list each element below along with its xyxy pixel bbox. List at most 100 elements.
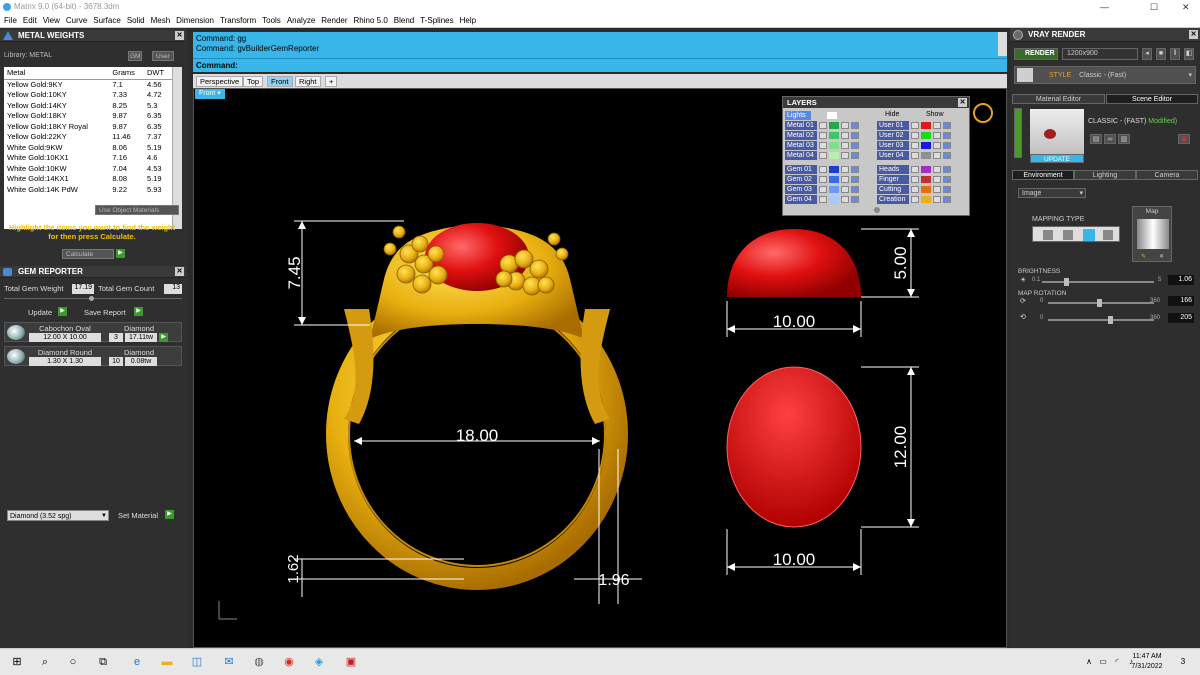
preset-thumbnail[interactable]: [1030, 109, 1084, 159]
layer-color-swatch[interactable]: [829, 176, 839, 183]
brightness-slider-knob[interactable]: [1064, 278, 1070, 286]
layer-lock-icon[interactable]: [841, 166, 849, 173]
tab-material-editor[interactable]: Material Editor: [1012, 94, 1105, 104]
layer-visibility-icon[interactable]: [943, 132, 951, 139]
layer-row[interactable]: Finger: [877, 175, 909, 184]
layer-select-icon[interactable]: [911, 186, 919, 193]
task-view-icon[interactable]: ⧉: [96, 655, 110, 669]
layer-color-swatch[interactable]: [829, 166, 839, 173]
col-grams[interactable]: Grams: [109, 67, 144, 80]
layer-lock-icon[interactable]: [933, 122, 941, 129]
menu-transform[interactable]: Transform: [220, 16, 256, 25]
windows-start-icon[interactable]: ⊞: [10, 655, 24, 669]
layer-color-swatch[interactable]: [829, 186, 839, 193]
environment-type-select[interactable]: Image ▾: [1018, 188, 1086, 198]
set-material-go-icon[interactable]: ▶: [165, 510, 174, 519]
style-select[interactable]: STYLE Classic - (Fast) ▾: [1014, 66, 1196, 84]
table-row[interactable]: Yellow Gold:10KY 7.33 4.72: [4, 90, 172, 101]
layer-lock-icon[interactable]: [841, 196, 849, 203]
layers-close-icon[interactable]: ✕: [958, 98, 967, 107]
preset-link-icon[interactable]: ∞: [1104, 134, 1116, 144]
layer-visibility-icon[interactable]: [943, 186, 951, 193]
layer-row[interactable]: Gem 03: [785, 185, 817, 194]
layer-lock-icon[interactable]: [841, 122, 849, 129]
layer-lock-icon[interactable]: [841, 186, 849, 193]
layer-visibility-icon[interactable]: [943, 152, 951, 159]
layer-visibility-icon[interactable]: [943, 176, 951, 183]
col-dwt[interactable]: DWT: [143, 67, 172, 80]
layer-color-swatch[interactable]: [921, 122, 931, 129]
rotation-1-value[interactable]: 166: [1168, 296, 1194, 306]
material-select[interactable]: Diamond (3.52 spg) ▼: [7, 510, 109, 521]
layer-visibility-icon[interactable]: [851, 122, 859, 129]
viewport-label[interactable]: Front ▾: [195, 89, 225, 99]
command-input[interactable]: Command:: [193, 58, 1007, 71]
layer-color-swatch[interactable]: [921, 166, 931, 173]
layer-row[interactable]: Cutting: [877, 185, 909, 194]
layer-row[interactable]: User 04: [877, 151, 909, 160]
preset-expand-handle[interactable]: [1014, 108, 1022, 158]
gem-row[interactable]: Cabochon Oval 12.00 X 10.00 Diamond 3 17…: [4, 322, 182, 342]
layer-row[interactable]: User 01: [877, 121, 909, 130]
layer-lock-icon[interactable]: [841, 152, 849, 159]
use-object-materials-checkbox[interactable]: Use Object Materials: [95, 205, 179, 215]
layer-color-swatch[interactable]: [829, 132, 839, 139]
layer-visibility-icon[interactable]: [851, 142, 859, 149]
rotation-2-slider[interactable]: [1048, 316, 1154, 324]
layer-color-swatch[interactable]: [829, 142, 839, 149]
table-row[interactable]: Yellow Gold:9KY 7.1 4.56: [4, 79, 172, 90]
layer-color-swatch[interactable]: [921, 152, 931, 159]
vray-close-icon[interactable]: ✕: [1189, 30, 1198, 39]
add-tab-icon[interactable]: +: [325, 76, 338, 87]
layer-row[interactable]: User 03: [877, 141, 909, 150]
layer-lock-icon[interactable]: [933, 142, 941, 149]
layer-visibility-icon[interactable]: [943, 196, 951, 203]
map-remove-icon[interactable]: ✕: [1159, 252, 1164, 262]
command-scrollbar[interactable]: [998, 32, 1007, 56]
table-row[interactable]: White Gold:9KW 8.06 5.19: [4, 142, 172, 153]
layer-select-icon[interactable]: [819, 186, 827, 193]
vray-app-icon[interactable]: ▣: [344, 655, 358, 669]
rotation-1-slider-knob[interactable]: [1096, 299, 1102, 307]
table-row[interactable]: White Gold:10KX1 7.16 4.6: [4, 153, 172, 164]
layer-row[interactable]: Gem 04: [785, 195, 817, 204]
maximize-button[interactable]: ☐: [1150, 0, 1158, 14]
preset-delete-icon[interactable]: ▥: [1118, 134, 1130, 144]
brightness-slider[interactable]: [1042, 278, 1154, 286]
minimize-button[interactable]: —: [1100, 0, 1109, 14]
menu-rhino[interactable]: Rhino 5.0: [354, 16, 388, 25]
mapping-dome-icon[interactable]: [1103, 230, 1113, 240]
layer-color-swatch[interactable]: [921, 132, 931, 139]
set-material-button[interactable]: Set Material: [118, 511, 158, 520]
brightness-value[interactable]: 1.06: [1168, 275, 1194, 285]
show-button[interactable]: Show: [926, 111, 944, 118]
layer-select-icon[interactable]: [819, 132, 827, 139]
map-preview[interactable]: Map ✎ ✕: [1132, 206, 1172, 262]
pause-icon[interactable]: ‖: [1170, 48, 1180, 60]
layer-visibility-icon[interactable]: [851, 132, 859, 139]
layer-lock-icon[interactable]: [933, 152, 941, 159]
tab-top[interactable]: Top: [243, 76, 264, 87]
notifications-icon[interactable]: 3: [1176, 655, 1190, 669]
layer-visibility-icon[interactable]: [851, 196, 859, 203]
gem-row[interactable]: Diamond Round 1.30 X 1.30 Diamond 10 0.0…: [4, 346, 182, 366]
layer-row[interactable]: Metal 01: [785, 121, 817, 130]
table-row[interactable]: Yellow Gold:22KY 11.46 7.37: [4, 132, 172, 143]
menu-render[interactable]: Render: [321, 16, 347, 25]
layer-visibility-icon[interactable]: [851, 152, 859, 159]
app-icon[interactable]: ◍: [252, 655, 266, 669]
mapping-flat-icon[interactable]: [1043, 230, 1053, 240]
store-icon[interactable]: ◫: [190, 655, 204, 669]
layer-row[interactable]: Gem 02: [785, 175, 817, 184]
metal-weights-close-icon[interactable]: ✕: [175, 31, 184, 40]
file-explorer-icon[interactable]: ▬: [160, 655, 174, 669]
layer-lock-icon[interactable]: [933, 186, 941, 193]
layer-select-icon[interactable]: [819, 122, 827, 129]
layer-visibility-icon[interactable]: [943, 122, 951, 129]
layers-collapse-icon[interactable]: [874, 207, 880, 213]
preset-save-icon[interactable]: ▤: [1090, 134, 1102, 144]
hide-button[interactable]: Hide: [885, 111, 899, 118]
rotation-1-slider[interactable]: [1048, 299, 1154, 307]
layer-color-swatch[interactable]: [921, 196, 931, 203]
layer-row[interactable]: Metal 03: [785, 141, 817, 150]
